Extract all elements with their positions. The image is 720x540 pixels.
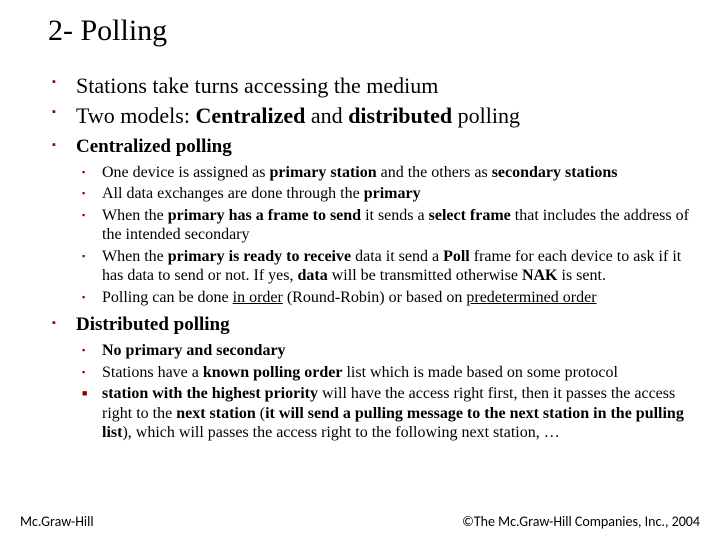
footer-left: Mc.Graw-Hill: [20, 513, 94, 530]
text-underline: in order: [233, 289, 283, 306]
slide: 2- Polling Stations take turns accessing…: [0, 0, 720, 540]
slide-content: Stations take turns accessing the medium…: [48, 72, 690, 445]
bullet-stations: Stations take turns accessing the medium: [48, 72, 690, 100]
text: Centralized polling: [76, 136, 232, 157]
text-bold: No primary and secondary: [102, 342, 286, 359]
text: When the: [102, 248, 168, 265]
text: polling: [452, 103, 520, 128]
text: One device is assigned as: [102, 164, 270, 181]
distributed-list: No primary and secondary Stations have a…: [76, 341, 690, 443]
centralized-item: All data exchanges are done through the …: [76, 184, 690, 204]
text-underline: predetermined order: [466, 289, 596, 306]
text: Two models:: [76, 103, 195, 128]
text-bold: primary is ready to receive: [168, 248, 351, 265]
text-bold: data: [298, 267, 328, 284]
text-bold: primary station: [270, 164, 377, 181]
text: (: [256, 405, 265, 422]
centralized-list: One device is assigned as primary statio…: [76, 163, 690, 308]
text: ), which will passes the access right to…: [122, 424, 559, 441]
text-bold: secondary stations: [492, 164, 618, 181]
text: data it send a: [351, 248, 443, 265]
slide-title: 2- Polling: [48, 14, 167, 48]
text: Stations take turns accessing the medium: [76, 73, 438, 98]
text-bold: primary has a frame to send: [168, 207, 361, 224]
text: Stations have a: [102, 364, 203, 381]
text: When the: [102, 207, 168, 224]
text-bold: Poll: [443, 248, 470, 265]
text-bold: known polling order: [203, 364, 343, 381]
text: (Round-Robin) or based on: [283, 289, 467, 306]
text: All data exchanges are done through the: [102, 185, 364, 202]
distributed-item: station with the highest priority will h…: [76, 384, 690, 443]
footer-right: ©The Mc.Graw-Hill Companies, Inc., 2004: [462, 513, 700, 530]
text-bold: Centralized: [195, 103, 305, 128]
distributed-item: No primary and secondary: [76, 341, 690, 361]
bullet-distributed-heading: Distributed polling No primary and secon…: [48, 313, 690, 442]
text-bold: next station: [176, 405, 256, 422]
text-bold: station with the highest priority: [102, 385, 318, 402]
centralized-item: Polling can be done in order (Round-Robi…: [76, 288, 690, 308]
bullet-list: Stations take turns accessing the medium…: [48, 72, 690, 443]
centralized-item: When the primary is ready to receive dat…: [76, 247, 690, 286]
text: it sends a: [361, 207, 429, 224]
text-bold: primary: [364, 185, 421, 202]
bullet-two-models: Two models: Centralized and distributed …: [48, 102, 690, 130]
text: and: [305, 103, 348, 128]
text-bold: NAK: [522, 267, 558, 284]
text-bold: select frame: [429, 207, 511, 224]
centralized-item: When the primary has a frame to send it …: [76, 206, 690, 245]
text: list which is made based on some protoco…: [342, 364, 618, 381]
bullet-centralized-heading: Centralized polling One device is assign…: [48, 135, 690, 307]
text: will be transmitted otherwise: [328, 267, 522, 284]
text: is sent.: [558, 267, 606, 284]
text-bold: distributed: [348, 103, 452, 128]
text: Polling can be done: [102, 289, 233, 306]
centralized-item: One device is assigned as primary statio…: [76, 163, 690, 183]
text: and the others as: [377, 164, 492, 181]
distributed-item: Stations have a known polling order list…: [76, 363, 690, 383]
text: Distributed polling: [76, 314, 230, 335]
